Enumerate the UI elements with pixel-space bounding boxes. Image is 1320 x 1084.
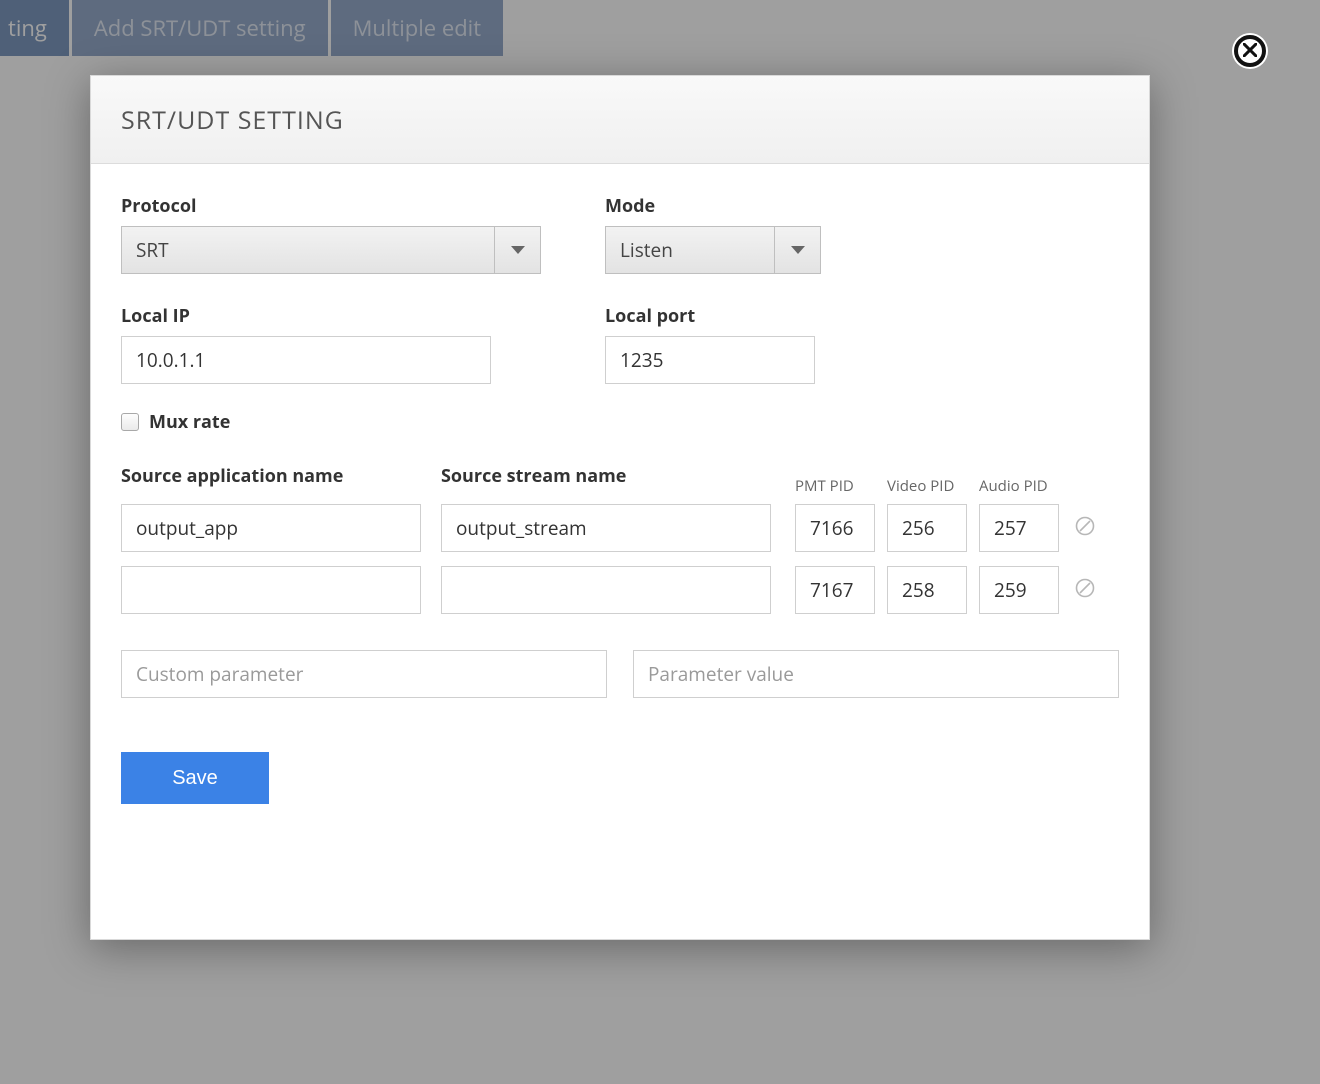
pmt-pid-label: PMT PID (795, 476, 875, 496)
video-pid-label: Video PID (887, 476, 967, 496)
protocol-value: SRT (122, 237, 494, 263)
mode-dropdown-button[interactable] (774, 227, 820, 273)
save-button[interactable]: Save (121, 752, 269, 804)
video-pid-input[interactable] (887, 566, 967, 614)
custom-parameter-input[interactable] (121, 650, 607, 698)
local-ip-label: Local IP (121, 304, 491, 328)
mux-rate-label: Mux rate (149, 410, 230, 434)
pmt-pid-input[interactable] (795, 504, 875, 552)
source-row (121, 566, 1119, 614)
source-app-input[interactable] (121, 566, 421, 614)
protocol-label: Protocol (121, 194, 541, 218)
modal-title: SRT/UDT SETTING (121, 103, 344, 137)
mux-rate-checkbox[interactable] (121, 413, 139, 431)
modal-header: SRT/UDT SETTING (91, 76, 1149, 164)
chevron-down-icon (791, 246, 805, 254)
audio-pid-input[interactable] (979, 504, 1059, 552)
local-ip-input[interactable] (121, 336, 491, 384)
pmt-pid-input[interactable] (795, 566, 875, 614)
video-pid-input[interactable] (887, 504, 967, 552)
mode-select[interactable]: Listen (605, 226, 821, 274)
remove-source-button[interactable] (1073, 578, 1097, 602)
remove-source-button[interactable] (1073, 516, 1097, 540)
cancel-icon (1075, 578, 1095, 603)
modal-body: Protocol SRT Mode Listen (91, 164, 1149, 939)
protocol-dropdown-button[interactable] (494, 227, 540, 273)
audio-pid-input[interactable] (979, 566, 1059, 614)
close-icon (1243, 40, 1257, 62)
parameter-value-input[interactable] (633, 650, 1119, 698)
source-row (121, 504, 1119, 552)
source-app-input[interactable] (121, 504, 421, 552)
source-stream-input[interactable] (441, 504, 771, 552)
chevron-down-icon (511, 246, 525, 254)
mode-label: Mode (605, 194, 821, 218)
cancel-icon (1075, 516, 1095, 541)
source-stream-label: Source stream name (441, 464, 771, 488)
srt-udt-setting-modal: SRT/UDT SETTING Protocol SRT Mode Listen (90, 75, 1150, 940)
mode-value: Listen (606, 237, 774, 263)
close-button[interactable] (1234, 35, 1266, 67)
protocol-select[interactable]: SRT (121, 226, 541, 274)
source-stream-input[interactable] (441, 566, 771, 614)
source-app-label: Source application name (121, 464, 421, 488)
local-port-input[interactable] (605, 336, 815, 384)
local-port-label: Local port (605, 304, 815, 328)
audio-pid-label: Audio PID (979, 476, 1059, 496)
